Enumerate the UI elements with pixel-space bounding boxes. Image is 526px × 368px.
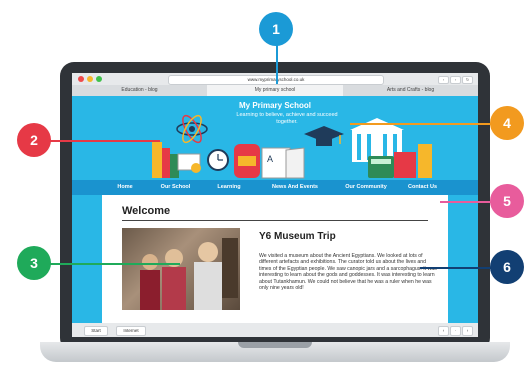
browser-tab-bar: Education - blog My primary school Arts …	[72, 85, 478, 96]
refresh-icon[interactable]: ↻	[462, 76, 473, 84]
forward-icon[interactable]: ›	[450, 76, 461, 84]
callout-4-leader	[350, 123, 498, 125]
close-window-icon[interactable]	[78, 76, 84, 82]
main-content: Welcome Y6 Museum Trip We visited a muse…	[102, 195, 448, 323]
article-body: We visited a museum about the Ancient Eg…	[259, 253, 437, 292]
main-navigation: Home Our School Learning News And Events…	[72, 180, 478, 195]
nav-our-community[interactable]: Our Community	[335, 180, 397, 195]
laptop-notch	[238, 342, 312, 348]
internet-button[interactable]: Internet	[116, 326, 146, 336]
atom-icon	[176, 114, 208, 144]
museum-photo-figures	[140, 238, 238, 310]
callout-5: 5	[490, 184, 524, 218]
callout-3: 3	[17, 246, 51, 280]
heading-divider	[122, 220, 428, 221]
open-book-icon: A	[261, 147, 305, 179]
minimize-window-icon[interactable]	[87, 76, 93, 82]
tab-education-blog[interactable]: Education - blog	[72, 85, 207, 96]
callout-3-leader	[50, 263, 180, 265]
books-icon	[152, 142, 179, 178]
graduation-cap-icon	[304, 126, 344, 146]
nav-home[interactable]: Home	[102, 180, 148, 195]
svg-text:A: A	[267, 154, 273, 164]
nav-news-and-events[interactable]: News And Events	[255, 180, 335, 195]
callout-2-leader	[50, 140, 160, 142]
browser-statusbar: Start Internet ‹ · ›	[72, 323, 478, 337]
nav-learning[interactable]: Learning	[203, 180, 255, 195]
nav-contact-us[interactable]: Contact Us	[397, 180, 448, 195]
alarm-clock-icon	[207, 149, 229, 171]
browser-titlebar: www.myprimaryschool.co.uk ‹ › ↻	[72, 73, 478, 85]
callout-2: 2	[17, 123, 51, 157]
zoom-in-icon[interactable]: ›	[462, 326, 473, 336]
certificate-icon	[177, 153, 201, 173]
start-button[interactable]: Start	[84, 326, 108, 336]
header-illustration: A	[152, 114, 432, 179]
back-icon[interactable]: ‹	[438, 76, 449, 84]
nav-our-school[interactable]: Our School	[148, 180, 203, 195]
callout-4: 4	[490, 106, 524, 140]
zoom-out-icon[interactable]: ‹	[438, 326, 449, 336]
museum-trip-photo[interactable]	[122, 228, 240, 310]
callout-1: 1	[259, 12, 293, 46]
tab-my-primary-school[interactable]: My primary school	[207, 85, 343, 96]
backpack-icon	[234, 144, 260, 178]
maximize-window-icon[interactable]	[96, 76, 102, 82]
page-heading: Welcome	[122, 205, 171, 217]
callout-6: 6	[490, 250, 524, 284]
zoom-reset-icon[interactable]: ·	[450, 326, 461, 336]
calculator-icon	[368, 156, 394, 178]
tab-arts-and-crafts-blog[interactable]: Arts and Crafts - blog	[343, 85, 478, 96]
article-title: Y6 Museum Trip	[259, 231, 336, 242]
laptop-screen: www.myprimaryschool.co.uk ‹ › ↻ Educatio…	[72, 73, 478, 337]
site-header: My Primary School Learning to believe, a…	[72, 96, 478, 180]
callout-1-leader	[276, 44, 278, 84]
